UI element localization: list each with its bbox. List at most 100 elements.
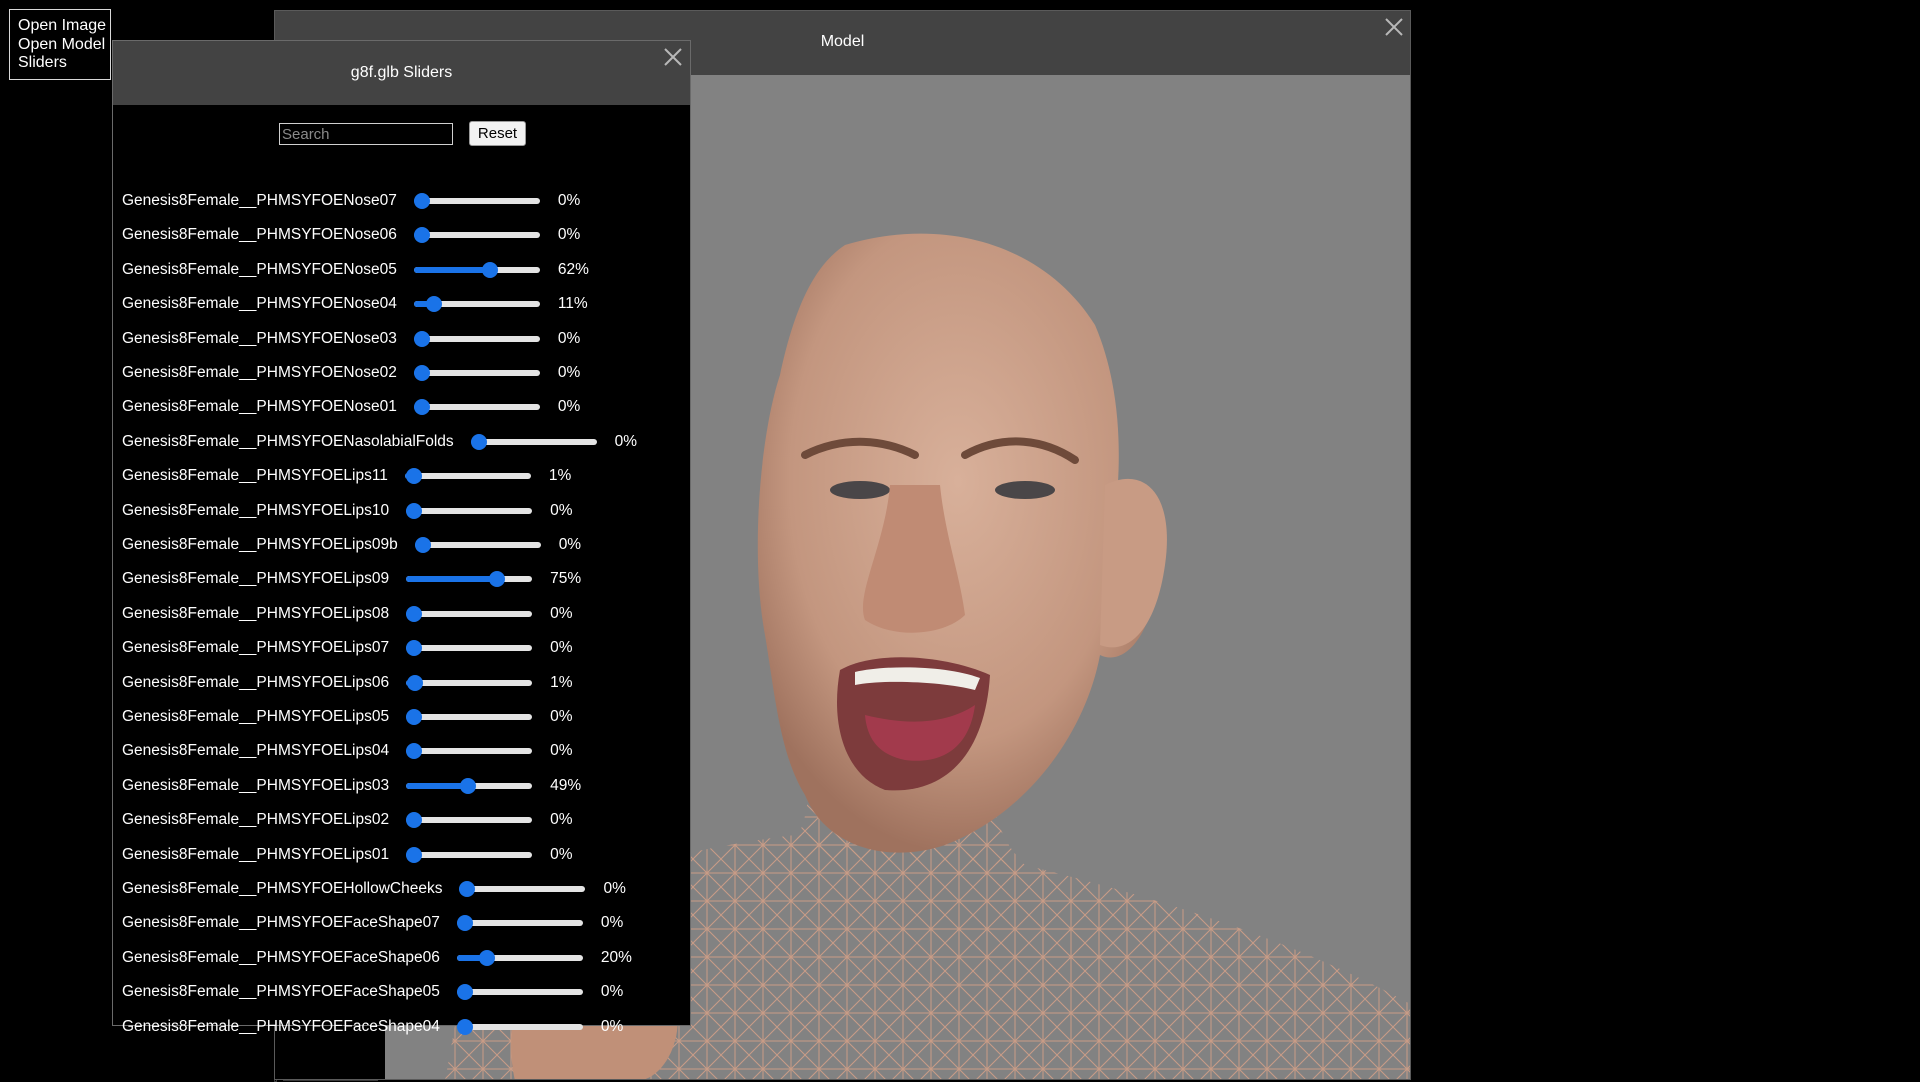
slider-row: Genesis8Female__PHMSYFOENose04 11% <box>122 293 588 315</box>
slider-thumb[interactable] <box>482 261 499 278</box>
slider-value: 0% <box>603 880 626 897</box>
slider-track[interactable] <box>406 777 533 794</box>
slider-row: Genesis8Female__PHMSYFOEFaceShape07 0% <box>122 912 623 934</box>
slider-track[interactable] <box>413 330 540 347</box>
slider-label: Genesis8Female__PHMSYFOENose07 <box>122 192 397 209</box>
slider-thumb[interactable] <box>459 881 476 897</box>
slider-label: Genesis8Female__PHMSYFOELips05 <box>122 708 390 725</box>
slider-track[interactable] <box>406 846 533 863</box>
slider-value: 0% <box>550 604 573 622</box>
slider-thumb[interactable] <box>406 846 423 863</box>
slider-label: Genesis8Female__PHMSYFOELips04 <box>122 742 390 760</box>
slider-track[interactable] <box>406 743 533 760</box>
slider-label: Genesis8Female__PHMSYFOELips08 <box>122 604 390 622</box>
slider-thumb[interactable] <box>425 296 442 313</box>
slider-track[interactable] <box>406 571 533 588</box>
slider-row: Genesis8Female__PHMSYFOELips09b 0% <box>122 534 581 556</box>
slider-thumb[interactable] <box>413 227 430 244</box>
menu-item-open-model[interactable]: Open Model <box>18 36 110 55</box>
slider-value: 0% <box>550 639 573 657</box>
slider-thumb[interactable] <box>406 743 423 760</box>
slider-track[interactable] <box>406 674 533 691</box>
slider-label: Genesis8Female__PHMSYFOENose02 <box>122 364 397 381</box>
slider-thumb[interactable] <box>470 433 487 450</box>
slider-track[interactable] <box>413 399 540 416</box>
slider-thumb[interactable] <box>406 605 423 622</box>
slider-thumb[interactable] <box>456 1018 473 1035</box>
search-input[interactable] <box>279 123 453 145</box>
slider-row: Genesis8Female__PHMSYFOEHollowCheeks 0% <box>122 878 626 900</box>
menu-item-open-image[interactable]: Open Image <box>18 17 110 36</box>
slider-thumb[interactable] <box>456 984 473 1001</box>
slider-label: Genesis8Female__PHMSYFOELips03 <box>122 776 390 794</box>
slider-value: 0% <box>600 1017 624 1035</box>
slider-row: Genesis8Female__PHMSYFOELips05 0% <box>122 706 572 728</box>
slider-track[interactable] <box>456 984 583 1001</box>
slider-track[interactable] <box>456 915 583 932</box>
slider-value: 0% <box>557 192 581 209</box>
slider-label: Genesis8Female__PHMSYFOENose03 <box>122 329 397 347</box>
slider-label: Genesis8Female__PHMSYFOEFaceShape05 <box>122 983 440 1001</box>
slider-thumb[interactable] <box>406 812 423 829</box>
slider-value: 0% <box>558 536 582 553</box>
close-icon[interactable] <box>662 46 684 68</box>
slider-label: Genesis8Female__PHMSYFOELips10 <box>122 501 390 519</box>
slider-thumb[interactable] <box>478 949 495 966</box>
slider-thumb[interactable] <box>413 365 430 381</box>
slider-track[interactable] <box>413 227 540 244</box>
slider-thumb[interactable] <box>456 915 473 932</box>
slider-thumb[interactable] <box>406 502 423 519</box>
slider-label: Genesis8Female__PHMSYFOENasolabialFolds <box>122 432 454 450</box>
slider-value: 1% <box>550 673 573 691</box>
slider-fill <box>406 576 497 583</box>
slider-track[interactable] <box>406 640 533 657</box>
slider-track[interactable] <box>456 1018 583 1035</box>
slider-track[interactable] <box>413 193 540 209</box>
slider-label: Genesis8Female__PHMSYFOENose01 <box>122 398 397 416</box>
slider-thumb[interactable] <box>414 537 431 553</box>
slider-track[interactable] <box>406 812 533 829</box>
slider-thumb[interactable] <box>407 674 424 691</box>
slider-row: Genesis8Female__PHMSYFOENose01 0% <box>122 396 580 418</box>
slider-track[interactable] <box>413 261 540 278</box>
slider-thumb[interactable] <box>406 468 423 485</box>
slider-row: Genesis8Female__PHMSYFOENose03 0% <box>122 328 580 350</box>
slider-row: Genesis8Female__PHMSYFOELips08 0% <box>122 603 572 625</box>
slider-track[interactable] <box>456 949 583 966</box>
slider-track[interactable] <box>406 605 533 622</box>
slider-thumb[interactable] <box>406 640 423 657</box>
slider-track[interactable] <box>413 296 540 313</box>
slider-value: 0% <box>550 708 573 725</box>
slider-value: 0% <box>550 811 573 829</box>
slider-track[interactable] <box>406 709 533 725</box>
slider-value: 20% <box>600 948 632 966</box>
reset-button[interactable]: Reset <box>469 121 526 146</box>
slider-label: Genesis8Female__PHMSYFOENose04 <box>122 295 397 313</box>
slider-thumb[interactable] <box>413 193 430 209</box>
slider-value: 49% <box>550 776 582 794</box>
sliders-panel-title: g8f.glb Sliders <box>350 64 453 81</box>
slider-thumb[interactable] <box>413 399 430 416</box>
slider-row: Genesis8Female__PHMSYFOELips10 0% <box>122 500 572 522</box>
slider-track[interactable] <box>413 365 540 381</box>
sliders-panel-header[interactable]: g8f.glb Sliders <box>113 41 690 105</box>
slider-track[interactable] <box>414 537 541 553</box>
slider-label: Genesis8Female__PHMSYFOELips06 <box>122 673 390 691</box>
slider-track[interactable] <box>470 433 597 450</box>
slider-row: Genesis8Female__PHMSYFOEFaceShape06 20% <box>122 947 632 969</box>
slider-value: 0% <box>600 983 624 1001</box>
slider-thumb[interactable] <box>488 571 505 588</box>
slider-value: 62% <box>557 260 589 278</box>
slider-thumb[interactable] <box>459 777 476 794</box>
slider-track[interactable] <box>459 881 586 897</box>
slider-track[interactable] <box>406 502 533 519</box>
slider-row: Genesis8Female__PHMSYFOENasolabialFolds 0… <box>122 431 637 453</box>
close-icon[interactable] <box>1383 16 1405 38</box>
slider-thumb[interactable] <box>406 709 423 725</box>
slider-value: 0% <box>550 501 573 519</box>
slider-label: Genesis8Female__PHMSYFOEFaceShape06 <box>122 948 440 966</box>
slider-thumb[interactable] <box>413 330 430 347</box>
slider-row: Genesis8Female__PHMSYFOENose02 0% <box>122 362 580 384</box>
slider-track[interactable] <box>404 468 531 485</box>
menu-item-sliders[interactable]: Sliders <box>18 54 110 73</box>
